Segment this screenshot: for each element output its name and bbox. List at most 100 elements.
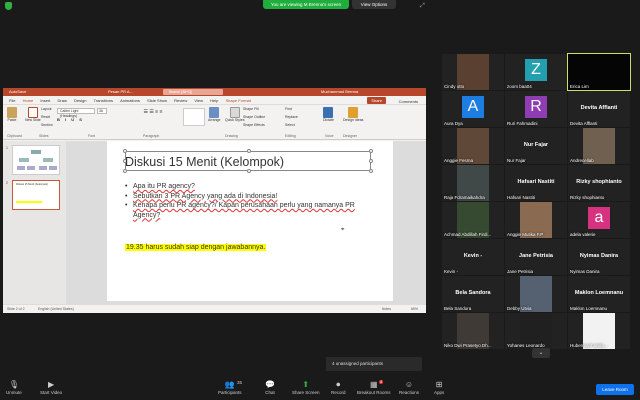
resize-handle[interactable] <box>247 149 251 153</box>
participant-name-center: Maklon Loemnanu <box>574 290 624 296</box>
resize-handle[interactable] <box>369 159 373 163</box>
participant-name-center: Rizky shophianto <box>576 179 622 185</box>
reactions-button[interactable]: ☺ Reactions <box>399 380 419 395</box>
zoom-toolbar: 🎙 Unmute ▶ Start Video 👥 Participants 35 💬 C… <box>0 378 640 400</box>
notes-button[interactable]: Notes <box>382 305 391 314</box>
resize-handle[interactable] <box>123 169 127 173</box>
participant-tile[interactable]: a adela valerie <box>568 202 630 238</box>
font-size-select[interactable]: 36 <box>97 108 107 114</box>
tab-review[interactable]: Review <box>174 96 187 105</box>
participant-tile[interactable]: Jane Petrisia Jane Petrisia <box>505 239 567 275</box>
participant-tile[interactable]: Hubermarif ahilla... <box>568 313 630 349</box>
group-drawing: Drawing <box>225 134 238 138</box>
slide-thumbnail-1[interactable] <box>12 145 60 175</box>
zoom-level[interactable]: 65% <box>411 305 418 314</box>
participant-tile[interactable]: Andrecellab <box>568 128 630 164</box>
participant-name: Rizky shophianto <box>570 195 605 200</box>
design-ideas-button[interactable]: Design Ideas <box>343 107 363 122</box>
paragraph-buttons[interactable]: ☰ ☰ ≡ ≡ <box>133 109 173 123</box>
unmute-button[interactable]: 🎙 Unmute <box>6 380 22 395</box>
paste-button[interactable]: Paste <box>7 107 17 122</box>
breakout-rooms-button[interactable]: ▦ Breakout Rooms <box>357 380 391 395</box>
slide-title[interactable]: Diskusi 15 Menit (Kelompok) <box>125 155 284 169</box>
current-slide[interactable]: Diskusi 15 Menit (Kelompok) Apa itu PR a… <box>107 141 393 301</box>
ppt-statusbar: Slide 2 of 2 English (United States) Not… <box>3 304 426 313</box>
layout-button[interactable]: Layout <box>41 107 52 111</box>
share-screen-icon: ⬆ <box>302 380 310 389</box>
participant-tile[interactable]: Niko Dwi Prasetyo Dh... <box>442 313 504 349</box>
share-button[interactable]: Share <box>367 97 386 104</box>
shape-outline-button[interactable]: Shape Outline <box>243 115 265 119</box>
tab-insert[interactable]: Insert <box>40 96 50 105</box>
gallery-scroll-down-button[interactable]: ⌄ <box>532 348 550 358</box>
participant-tile[interactable]: Kevin - Kevin - <box>442 239 504 275</box>
participant-tile[interactable]: R Ruri Fahmadini <box>505 91 567 127</box>
dictate-button[interactable]: Dictate <box>323 107 334 122</box>
participant-tile[interactable]: Rizky shophianto Rizky shophianto <box>568 165 630 201</box>
chat-button[interactable]: 💬 Chat <box>265 380 275 395</box>
tab-file[interactable]: File <box>9 96 15 105</box>
participant-tile[interactable]: Cindy otto <box>442 54 504 90</box>
tab-shape-format[interactable]: Shape Format <box>226 96 251 105</box>
resize-handle[interactable] <box>247 169 251 173</box>
tab-slideshow[interactable]: Slide Show <box>147 96 167 105</box>
participant-tile[interactable]: Zzoom baa04 <box>505 54 567 90</box>
participant-tile[interactable]: Achmad Abdillah Firdi... <box>442 202 504 238</box>
participant-tile[interactable]: Yohanes Leonardo <box>505 313 567 349</box>
tab-view[interactable]: View <box>194 96 203 105</box>
participant-tile[interactable]: Debby Utvia <box>505 276 567 312</box>
participant-name: Jane Petrisia <box>507 269 534 274</box>
slide-thumbnail-2[interactable]: Diskusi 15 Menit (Kelompok) <box>12 180 60 210</box>
participant-tile[interactable]: Hafsari Nastiti Hafsari Nastiti <box>505 165 567 201</box>
participant-tile[interactable]: Anggie Fesma <box>442 128 504 164</box>
bullet-item: Kenapa perlu PR agency?/ Kapan perusahaa… <box>125 201 375 220</box>
participant-name-center: Jane Petrisia <box>519 253 553 259</box>
view-options-button[interactable]: View Options <box>352 0 396 9</box>
tab-design[interactable]: Design <box>74 96 86 105</box>
unassigned-participants-notice[interactable]: 4 unassigned participants <box>326 357 422 371</box>
video-off-icon: ▶ <box>48 380 55 389</box>
start-video-button[interactable]: ▶ Start Video <box>40 380 62 395</box>
participant-tile[interactable]: Nur Fajar Nur Fajar <box>505 128 567 164</box>
participant-tile[interactable]: Raja Fdramaikahdra <box>442 165 504 201</box>
participant-name: Niko Dwi Prasetyo Dh... <box>444 343 492 348</box>
shapes-gallery[interactable] <box>183 108 205 126</box>
pin-icon[interactable]: ⤢ <box>420 3 432 12</box>
thumb-highlight <box>16 201 42 203</box>
new-slide-button[interactable]: New Slide <box>25 107 41 122</box>
shape-fill-button[interactable]: Shape Fill <box>243 107 259 111</box>
find-button[interactable]: Find <box>285 107 292 111</box>
share-screen-button[interactable]: ⬆ Share Screen <box>292 380 320 395</box>
replace-button[interactable]: Replace <box>285 115 298 119</box>
search-input[interactable]: Search (Alt+Q) <box>163 89 223 95</box>
arrange-button[interactable]: Arrange <box>208 107 220 122</box>
section-button[interactable]: Section <box>41 123 53 127</box>
tab-animations[interactable]: Animations <box>120 96 140 105</box>
participant-tile[interactable]: Devita Afflanti Devita Afflanti <box>568 91 630 127</box>
resize-handle[interactable] <box>123 149 127 153</box>
participant-tile[interactable]: Maklon Loemnanu Maklon Loemnanu <box>568 276 630 312</box>
participant-tile[interactable]: Bela Sandora Bela Sandora <box>442 276 504 312</box>
tab-draw[interactable]: Draw <box>58 96 67 105</box>
participant-tile[interactable]: Anggie Mutika F.P <box>505 202 567 238</box>
avatar: R <box>525 96 547 118</box>
font-format-buttons[interactable]: B I U S <box>57 117 84 122</box>
reset-button[interactable]: Reset <box>41 115 50 119</box>
autosave-label[interactable]: AutoSave <box>9 88 26 96</box>
leave-room-button[interactable]: Leave Room <box>596 384 634 395</box>
shape-effects-button[interactable]: Shape Effects <box>243 123 265 127</box>
resize-handle[interactable] <box>369 169 373 173</box>
tab-help[interactable]: Help <box>210 96 218 105</box>
participant-tile[interactable]: Erica Lim <box>567 53 631 91</box>
record-button[interactable]: ⏺ Record <box>331 380 346 395</box>
language-status[interactable]: English (United States) <box>38 305 74 314</box>
participant-tile[interactable]: A Aura Dya <box>442 91 504 127</box>
participant-name: Maklon Loemnanu <box>570 306 608 311</box>
tab-transitions[interactable]: Transitions <box>94 96 113 105</box>
font-select[interactable]: Calibri Light (Headings) <box>57 108 95 118</box>
select-button[interactable]: Select <box>285 123 295 127</box>
apps-button[interactable]: ⊞ Apps <box>434 380 444 395</box>
quick-styles-button[interactable]: Quick Styles <box>225 107 244 122</box>
participant-tile[interactable]: Nyimas Danira Nyimas Danira <box>568 239 630 275</box>
resize-handle[interactable] <box>369 149 373 153</box>
